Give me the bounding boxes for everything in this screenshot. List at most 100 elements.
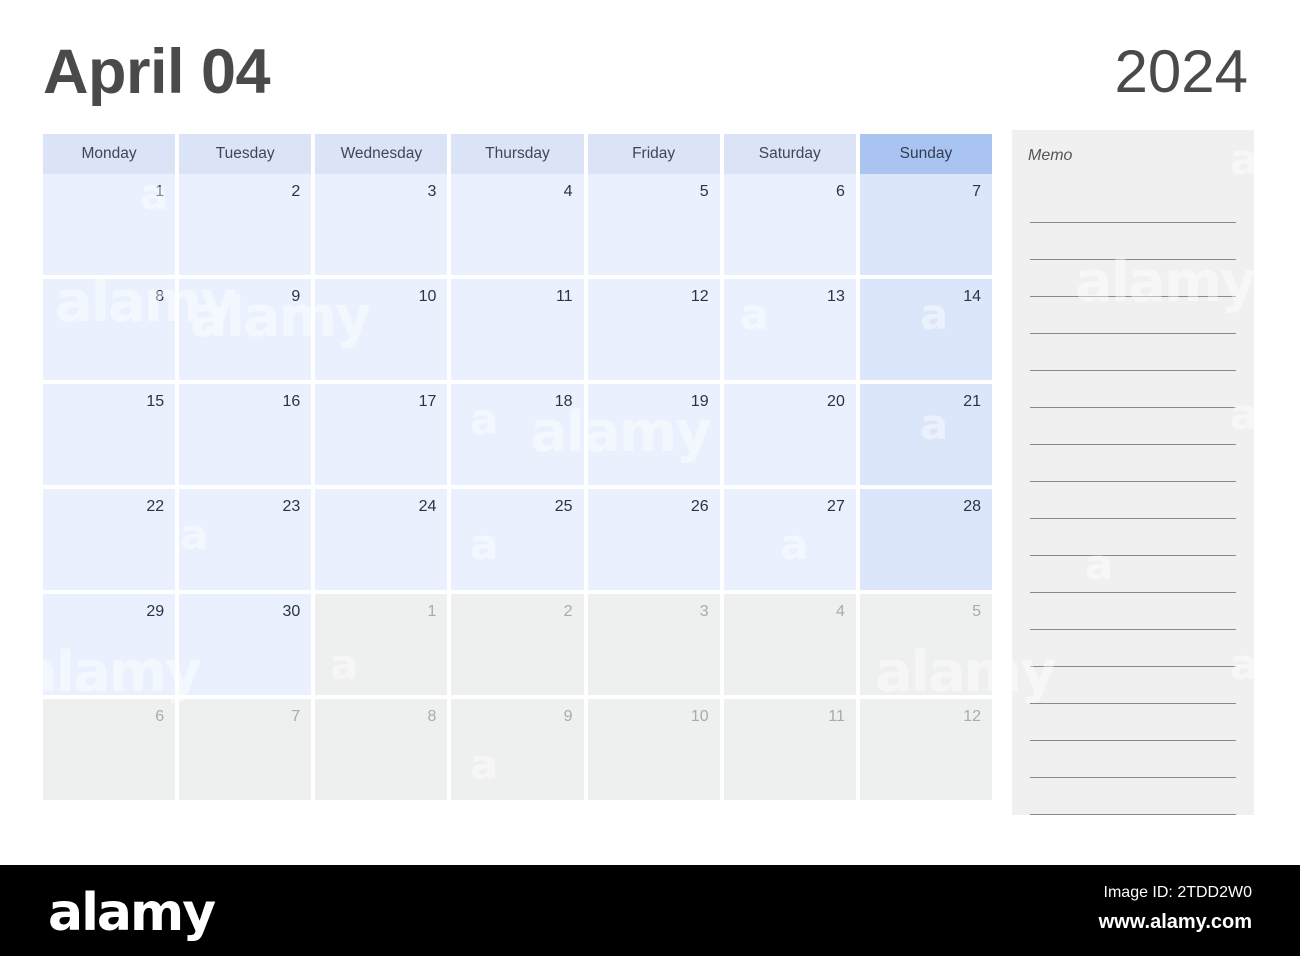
day-cell[interactable]: 24	[315, 489, 448, 590]
day-number: 7	[291, 708, 301, 725]
day-cell[interactable]: 12	[859, 699, 992, 800]
day-number: 15	[146, 393, 165, 410]
day-cell[interactable]: 7	[179, 699, 312, 800]
day-number: 3	[699, 603, 709, 620]
page-header: April 04 2024	[43, 34, 1248, 122]
weekday-header-row: Monday Tuesday Wednesday Thursday Friday Satu…	[43, 134, 992, 174]
day-number: 22	[146, 498, 165, 515]
day-cell[interactable]: 18	[451, 384, 584, 485]
day-cell[interactable]: 14	[859, 279, 992, 380]
day-cell[interactable]: 6	[723, 174, 856, 275]
day-number: 17	[418, 393, 437, 410]
day-number: 27	[827, 498, 845, 515]
day-number: 25	[554, 498, 573, 515]
day-number: 6	[835, 183, 845, 200]
day-cell[interactable]: 27	[723, 489, 856, 590]
day-number: 20	[827, 393, 845, 410]
image-id-label: Image ID: 2TDD2W0	[1103, 884, 1252, 901]
day-cell[interactable]: 4	[451, 174, 584, 275]
day-cell[interactable]: 20	[723, 384, 856, 485]
day-cell[interactable]: 17	[315, 384, 448, 485]
memo-line[interactable]	[1030, 186, 1236, 223]
day-number: 8	[427, 708, 437, 725]
weekday-header-monday: Monday	[43, 134, 176, 174]
day-cell[interactable]: 15	[43, 384, 176, 485]
day-cell[interactable]: 10	[587, 699, 720, 800]
memo-line[interactable]	[1030, 778, 1236, 815]
day-number: 5	[699, 183, 709, 200]
weekday-header-saturday: Saturday	[723, 134, 856, 174]
weekday-header-friday: Friday	[587, 134, 720, 174]
day-cell[interactable]: 16	[179, 384, 312, 485]
day-number: 28	[963, 498, 981, 515]
day-cell[interactable]: 1	[43, 174, 176, 275]
day-number: 9	[563, 708, 573, 725]
day-number: 4	[835, 603, 845, 620]
memo-line[interactable]	[1030, 297, 1236, 334]
day-cell[interactable]: 11	[723, 699, 856, 800]
memo-panel[interactable]: Memo	[1012, 130, 1254, 815]
memo-line[interactable]	[1030, 556, 1236, 593]
alamy-logo: alamy	[48, 883, 216, 943]
memo-line[interactable]	[1030, 260, 1236, 297]
day-cell[interactable]: 12	[587, 279, 720, 380]
day-number: 10	[418, 288, 437, 305]
memo-line[interactable]	[1030, 482, 1236, 519]
day-cell[interactable]: 19	[587, 384, 720, 485]
day-number: 24	[418, 498, 437, 515]
day-cell[interactable]: 21	[859, 384, 992, 485]
memo-line[interactable]	[1030, 519, 1236, 556]
day-cell[interactable]: 4	[723, 594, 856, 695]
day-cell[interactable]: 3	[587, 594, 720, 695]
memo-lines[interactable]	[1030, 186, 1236, 815]
calendar-week-row: 6 7 8 9 10 11 12	[43, 699, 992, 800]
calendar-week-row: 29 30 1 2 3 4 5	[43, 594, 992, 695]
day-cell[interactable]: 5	[859, 594, 992, 695]
day-number: 8	[155, 288, 165, 305]
day-number: 21	[963, 393, 981, 410]
day-cell[interactable]: 29	[43, 594, 176, 695]
memo-line[interactable]	[1030, 334, 1236, 371]
day-cell[interactable]: 22	[43, 489, 176, 590]
day-number: 12	[963, 708, 981, 725]
day-cell[interactable]: 8	[315, 699, 448, 800]
day-cell[interactable]: 26	[587, 489, 720, 590]
day-cell[interactable]: 2	[451, 594, 584, 695]
year-label: 2024	[1114, 38, 1248, 105]
day-cell[interactable]: 25	[451, 489, 584, 590]
day-cell[interactable]: 8	[43, 279, 176, 380]
day-cell[interactable]: 9	[451, 699, 584, 800]
day-cell[interactable]: 28	[859, 489, 992, 590]
day-cell[interactable]: 13	[723, 279, 856, 380]
day-cell[interactable]: 23	[179, 489, 312, 590]
alamy-url: www.alamy.com	[1098, 911, 1252, 933]
memo-line[interactable]	[1030, 445, 1236, 482]
day-number: 2	[563, 603, 573, 620]
memo-line[interactable]	[1030, 630, 1236, 667]
day-cell[interactable]: 7	[859, 174, 992, 275]
day-cell[interactable]: 9	[179, 279, 312, 380]
day-cell[interactable]: 10	[315, 279, 448, 380]
calendar-week-row: 1 2 3 4 5 6 7	[43, 174, 992, 275]
memo-line[interactable]	[1030, 593, 1236, 630]
memo-line[interactable]	[1030, 223, 1236, 260]
day-cell[interactable]: 5	[587, 174, 720, 275]
day-cell[interactable]: 3	[315, 174, 448, 275]
memo-line[interactable]	[1030, 667, 1236, 704]
calendar-week-row: 22 23 24 25 26 27 28	[43, 489, 992, 590]
memo-line[interactable]	[1030, 741, 1236, 778]
day-cell[interactable]: 1	[315, 594, 448, 695]
calendar-week-row: 8 9 10 11 12 13 14	[43, 279, 992, 380]
alamy-footer-bar: alamy Image ID: 2TDD2W0 www.alamy.com	[0, 865, 1300, 956]
day-cell[interactable]: 2	[179, 174, 312, 275]
memo-line[interactable]	[1030, 408, 1236, 445]
day-cell[interactable]: 11	[451, 279, 584, 380]
memo-line[interactable]	[1030, 371, 1236, 408]
day-cell[interactable]: 30	[179, 594, 312, 695]
day-number: 16	[282, 393, 301, 410]
day-number: 1	[155, 183, 165, 200]
day-cell[interactable]: 6	[43, 699, 176, 800]
memo-line[interactable]	[1030, 704, 1236, 741]
calendar-week-row: 15 16 17 18 19 20 21	[43, 384, 992, 485]
day-number: 12	[690, 288, 709, 305]
